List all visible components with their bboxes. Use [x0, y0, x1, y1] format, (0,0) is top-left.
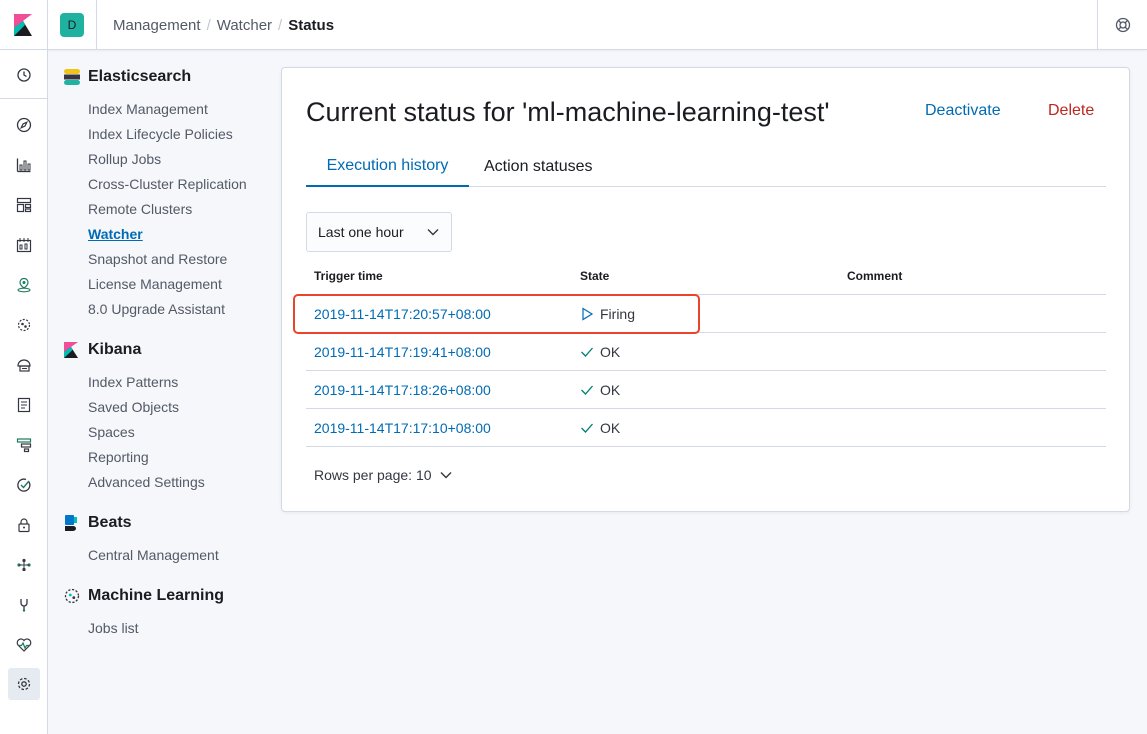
- table-row: 2019-11-14T17:18:26+08:00 OK: [306, 371, 1106, 409]
- section-title: Beats: [88, 514, 132, 531]
- column-trigger-time[interactable]: Trigger time: [314, 269, 383, 283]
- canvas-icon[interactable]: [8, 229, 40, 261]
- trigger-time-link[interactable]: 2019-11-14T17:20:57+08:00: [314, 306, 491, 322]
- state-label: Firing: [600, 306, 636, 322]
- table-header: Trigger time State Comment: [306, 266, 1106, 295]
- trigger-time-link[interactable]: 2019-11-14T17:18:26+08:00: [314, 382, 491, 398]
- nav-rollup-jobs[interactable]: Rollup Jobs: [88, 151, 161, 167]
- nav-jobs-list[interactable]: Jobs list: [88, 620, 139, 636]
- check-icon: [581, 385, 593, 395]
- state-label: OK: [600, 344, 621, 360]
- nav-advanced-settings[interactable]: Advanced Settings: [88, 474, 205, 490]
- clock-icon[interactable]: [8, 59, 40, 91]
- breadcrumb-status: Status: [288, 16, 335, 34]
- uptime-icon[interactable]: [8, 469, 40, 501]
- section-title: Kibana: [88, 341, 142, 358]
- section-title: Elasticsearch: [88, 68, 192, 85]
- section-title: Machine Learning: [88, 587, 225, 604]
- time-range-select[interactable]: Last one hour: [306, 212, 452, 252]
- logs-icon[interactable]: [8, 389, 40, 421]
- nav-cross-cluster-replication[interactable]: Cross-Cluster Replication: [88, 176, 247, 192]
- breadcrumb-watcher[interactable]: Watcher: [217, 17, 272, 34]
- execution-history-table: Trigger time State Comment 2019-11-14T17…: [306, 266, 1106, 447]
- monitoring-icon[interactable]: [8, 629, 40, 661]
- deactivate-button[interactable]: Deactivate: [925, 102, 1001, 120]
- section-elasticsearch: Elasticsearch: [64, 68, 191, 86]
- time-range-value: Last one hour: [318, 224, 404, 240]
- discover-icon[interactable]: [8, 109, 40, 141]
- breadcrumb-separator: /: [206, 16, 211, 34]
- visualize-icon[interactable]: [8, 149, 40, 181]
- nav-remote-clusters[interactable]: Remote Clusters: [88, 201, 192, 217]
- column-comment[interactable]: Comment: [847, 269, 902, 283]
- siem-icon[interactable]: [8, 509, 40, 541]
- nav-index-lifecycle-policies[interactable]: Index Lifecycle Policies: [88, 126, 233, 142]
- tab-action-statuses[interactable]: Action statuses: [484, 147, 593, 187]
- state-label: OK: [600, 420, 621, 436]
- kibana-logo-icon: [13, 14, 32, 36]
- nav-upgrade-assistant[interactable]: 8.0 Upgrade Assistant: [88, 301, 225, 317]
- watch-status-panel: Current status for 'ml-machine-learning-…: [281, 67, 1130, 512]
- tab-execution-history[interactable]: Execution history: [306, 147, 469, 187]
- state-cell: OK: [580, 344, 620, 360]
- breadcrumb-separator: /: [278, 16, 283, 34]
- section-beats: Beats: [64, 514, 132, 532]
- trigger-time-link[interactable]: 2019-11-14T17:17:10+08:00: [314, 420, 491, 436]
- nav-license-management[interactable]: License Management: [88, 276, 222, 292]
- management-icon[interactable]: [8, 668, 40, 700]
- kibana-section-logo: [64, 342, 78, 358]
- machine-learning-logo: [64, 588, 80, 604]
- column-state[interactable]: State: [580, 269, 609, 283]
- space-selector[interactable]: D: [48, 0, 97, 50]
- check-icon: [581, 347, 593, 357]
- table-row: 2019-11-14T17:20:57+08:00 Firing: [306, 295, 1106, 333]
- table-row: 2019-11-14T17:17:10+08:00 OK: [306, 409, 1106, 447]
- play-icon: [582, 307, 594, 321]
- table-row: 2019-11-14T17:19:41+08:00 OK: [306, 333, 1106, 371]
- beats-logo: [65, 515, 77, 531]
- breadcrumb: Management / Watcher / Status: [113, 0, 334, 50]
- nav-spaces[interactable]: Spaces: [88, 424, 135, 440]
- nav-index-management[interactable]: Index Management: [88, 101, 208, 117]
- help-button[interactable]: [1097, 0, 1147, 50]
- page-title: Current status for 'ml-machine-learning-…: [306, 97, 830, 127]
- rows-per-page-button[interactable]: Rows per page: 10: [314, 467, 452, 483]
- devtools-icon[interactable]: [8, 589, 40, 621]
- rows-per-page-label: Rows per page: 10: [314, 467, 432, 483]
- nav-central-management[interactable]: Central Management: [88, 547, 219, 563]
- nav-watcher[interactable]: Watcher: [88, 226, 143, 242]
- section-machine-learning: Machine Learning: [64, 587, 224, 605]
- infrastructure-icon[interactable]: [8, 349, 40, 381]
- elasticsearch-logo: [64, 69, 80, 85]
- management-sidebar: Elasticsearch Index Management Index Lif…: [48, 50, 273, 734]
- state-label: OK: [600, 382, 621, 398]
- nav-reporting[interactable]: Reporting: [88, 449, 149, 465]
- dashboard-icon[interactable]: [8, 189, 40, 221]
- top-header: D Management / Watcher / Status: [0, 0, 1147, 50]
- chevron-down-icon: [440, 469, 452, 481]
- delete-button[interactable]: Delete: [1048, 102, 1094, 120]
- maps-icon[interactable]: [8, 269, 40, 301]
- kibana-logo[interactable]: [0, 0, 48, 50]
- trigger-time-link[interactable]: 2019-11-14T17:19:41+08:00: [314, 344, 491, 360]
- app-icon-nav: [0, 50, 48, 734]
- graph-icon[interactable]: [8, 549, 40, 581]
- check-icon: [581, 423, 593, 433]
- state-cell: Firing: [580, 306, 635, 322]
- help-icon: [1115, 17, 1130, 33]
- nav-saved-objects[interactable]: Saved Objects: [88, 399, 179, 415]
- chevron-down-icon: [427, 229, 439, 236]
- space-avatar: D: [60, 13, 84, 37]
- state-cell: OK: [580, 420, 620, 436]
- nav-snapshot-and-restore[interactable]: Snapshot and Restore: [88, 251, 227, 267]
- nav-index-patterns[interactable]: Index Patterns: [88, 374, 178, 390]
- tab-bar: Execution history Action statuses: [306, 147, 1106, 187]
- nav-divider: [0, 98, 48, 99]
- breadcrumb-management[interactable]: Management: [113, 17, 201, 34]
- ml-icon[interactable]: [8, 309, 40, 341]
- state-cell: OK: [580, 382, 620, 398]
- apm-icon[interactable]: [8, 429, 40, 461]
- section-kibana: Kibana: [64, 341, 141, 359]
